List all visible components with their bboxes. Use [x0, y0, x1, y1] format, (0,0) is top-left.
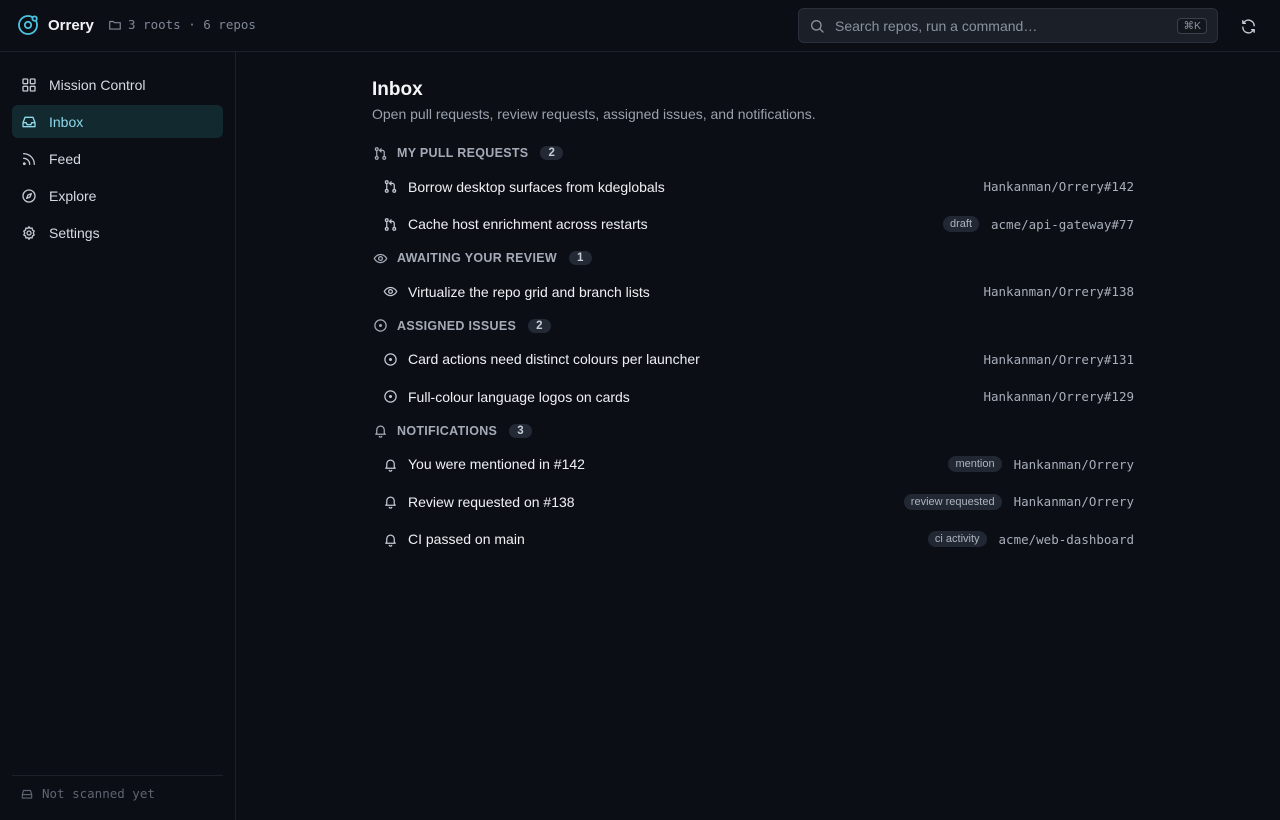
inbox-item[interactable]: Card actions need distinct colours per l…	[372, 341, 1134, 379]
item-ref[interactable]: acme/api-gateway#77	[991, 217, 1134, 232]
item-ref[interactable]: Hankanman/Orrery#142	[983, 179, 1134, 194]
drive-icon	[20, 787, 34, 801]
grid-icon	[20, 76, 38, 94]
inbox-icon	[20, 113, 38, 131]
workspace-summary-text: 3 roots · 6 repos	[128, 17, 256, 32]
eye-icon	[382, 284, 398, 300]
brand[interactable]: Orrery	[16, 13, 94, 37]
item-tag: ci activity	[927, 531, 987, 548]
issue-icon	[382, 351, 398, 367]
inbox-item[interactable]: Borrow desktop surfaces from kdeglobals …	[372, 168, 1134, 206]
inbox-item[interactable]: Virtualize the repo grid and branch list…	[372, 273, 1134, 311]
section-header: ASSIGNED ISSUES 2	[372, 315, 1134, 337]
inbox-item[interactable]: CI passed on main ci activity acme/web-d…	[372, 521, 1134, 559]
section-title: AWAITING YOUR REVIEW	[397, 251, 557, 265]
item-ref[interactable]: Hankanman/Orrery#131	[983, 352, 1134, 367]
inbox-item[interactable]: Cache host enrichment across restarts dr…	[372, 206, 1134, 244]
section-count-badge: 3	[509, 423, 532, 438]
sidebar-item-explore[interactable]: Explore	[12, 179, 223, 212]
app-name: Orrery	[48, 16, 94, 34]
search-box[interactable]: ⌘K	[798, 8, 1218, 43]
search-icon	[809, 18, 825, 34]
section-title: NOTIFICATIONS	[397, 423, 498, 438]
item-title: Cache host enrichment across restarts	[408, 216, 648, 233]
sidebar-item-label: Explore	[49, 187, 97, 204]
rss-icon	[20, 150, 38, 168]
item-ref[interactable]: Hankanman/Orrery	[1014, 457, 1134, 472]
sidebar-item-label: Mission Control	[49, 76, 146, 93]
item-ref[interactable]: acme/web-dashboard	[999, 532, 1134, 547]
issue-icon	[372, 318, 388, 334]
issue-icon	[382, 389, 398, 405]
sidebar-item-inbox[interactable]: Inbox	[12, 105, 223, 138]
pull-request-icon	[372, 145, 388, 161]
sidebar-item-label: Feed	[49, 150, 81, 167]
item-ref[interactable]: Hankanman/Orrery#129	[983, 389, 1134, 404]
scan-status-text: Not scanned yet	[42, 786, 155, 801]
item-title: Card actions need distinct colours per l…	[408, 351, 700, 368]
sidebar-item-label: Settings	[49, 224, 100, 241]
section-awaiting-review: AWAITING YOUR REVIEW 1 Virtualize the re…	[372, 247, 1134, 311]
sidebar-item-feed[interactable]: Feed	[12, 142, 223, 175]
item-title: Review requested on #138	[408, 493, 575, 510]
bell-icon	[372, 423, 388, 439]
item-ref[interactable]: Hankanman/Orrery#138	[983, 284, 1134, 299]
item-tag: review requested	[903, 493, 1002, 510]
compass-icon	[20, 187, 38, 205]
search-input[interactable]	[835, 17, 1168, 34]
folder-icon	[108, 18, 122, 32]
item-title: You were mentioned in #142	[408, 456, 585, 473]
workspace-summary[interactable]: 3 roots · 6 repos	[108, 17, 256, 32]
top-bar: Orrery 3 roots · 6 repos ⌘K	[0, 0, 1280, 52]
sidebar: Mission Control Inbox Feed Explore Setti…	[0, 52, 236, 820]
bell-icon	[382, 531, 398, 547]
inbox-item[interactable]: Review requested on #138 review requeste…	[372, 483, 1134, 521]
section-assigned-issues: ASSIGNED ISSUES 2 Card actions need dist…	[372, 315, 1134, 416]
section-title: MY PULL REQUESTS	[397, 146, 529, 160]
section-count-badge: 2	[540, 146, 564, 160]
item-title: Borrow desktop surfaces from kdeglobals	[408, 178, 665, 195]
scan-status: Not scanned yet	[12, 775, 223, 811]
item-title: CI passed on main	[408, 531, 525, 548]
page-subtitle: Open pull requests, review requests, ass…	[372, 106, 816, 122]
item-tag: mention	[948, 456, 1002, 473]
item-title: Virtualize the repo grid and branch list…	[408, 283, 650, 300]
bell-icon	[382, 494, 398, 510]
item-ref[interactable]: Hankanman/Orrery	[1014, 494, 1134, 509]
item-title: Full-colour language logos on cards	[408, 388, 630, 405]
section-notifications: NOTIFICATIONS 3 You were mentioned in #1…	[372, 420, 1134, 559]
main-content: Inbox Open pull requests, review request…	[372, 78, 1134, 558]
section-title: ASSIGNED ISSUES	[397, 318, 517, 333]
inbox-item[interactable]: Full-colour language logos on cards Hank…	[372, 378, 1134, 416]
section-count-badge: 1	[568, 251, 592, 265]
section-count-badge: 2	[528, 318, 551, 333]
page-title: Inbox	[372, 79, 423, 100]
sidebar-nav: Mission Control Inbox Feed Explore Setti…	[12, 68, 223, 253]
sidebar-item-label: Inbox	[49, 113, 84, 130]
bell-icon	[382, 456, 398, 472]
gear-icon	[20, 224, 38, 242]
eye-icon	[372, 250, 388, 266]
sidebar-item-settings[interactable]: Settings	[12, 216, 223, 249]
inbox-item[interactable]: You were mentioned in #142 mention Hanka…	[372, 446, 1134, 484]
section-header: MY PULL REQUESTS 2	[372, 142, 1134, 164]
item-tag: draft	[942, 216, 979, 233]
search-shortcut-badge: ⌘K	[1177, 17, 1207, 34]
section-header: NOTIFICATIONS 3	[372, 420, 1134, 442]
refresh-icon	[1240, 18, 1257, 35]
section-header: AWAITING YOUR REVIEW 1	[372, 247, 1134, 269]
sidebar-item-mission-control[interactable]: Mission Control	[12, 68, 223, 101]
pull-request-icon	[382, 216, 398, 232]
section-my-pull-requests: MY PULL REQUESTS 2 Borrow desktop surfac…	[372, 142, 1134, 243]
orrery-logo-icon	[16, 13, 40, 37]
pull-request-icon	[382, 179, 398, 195]
refresh-button[interactable]	[1237, 15, 1259, 37]
